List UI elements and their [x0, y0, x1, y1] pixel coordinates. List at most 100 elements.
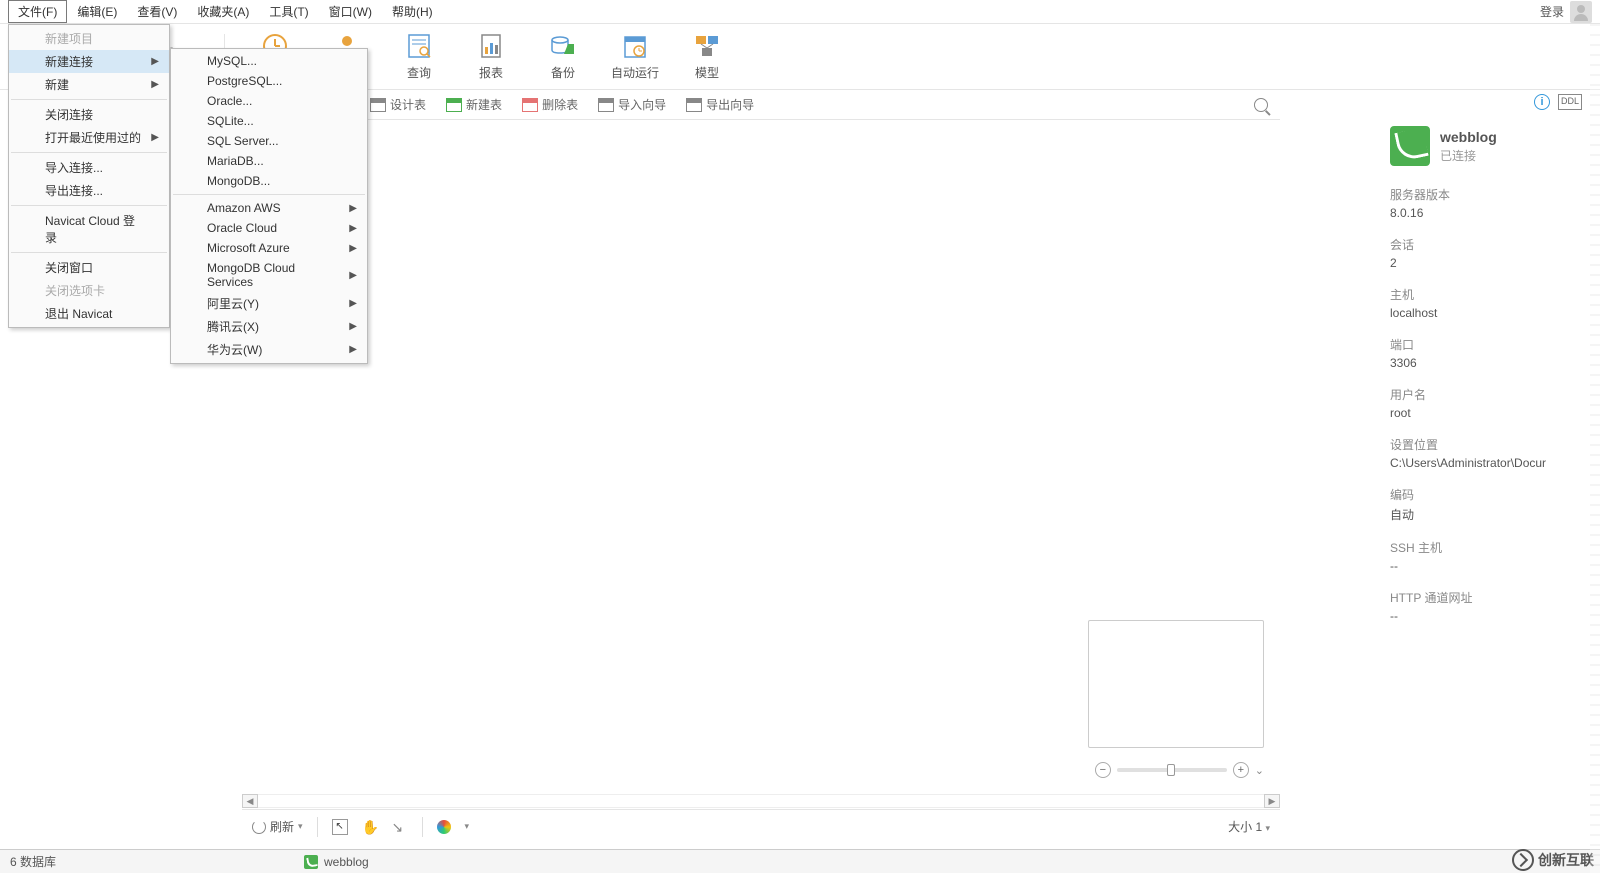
info-field: 会话 2: [1386, 228, 1584, 278]
subbar-import[interactable]: 导入向导: [590, 93, 674, 116]
mi-close-window[interactable]: 关闭窗口: [9, 256, 169, 279]
connection-status: 已连接: [1440, 147, 1497, 164]
zoom-out-button[interactable]: −: [1095, 762, 1111, 778]
info-field: HTTP 通道网址--: [1386, 581, 1584, 631]
mi-open-recent[interactable]: 打开最近使用过的▶: [9, 126, 169, 149]
brand-watermark: 创新互联: [1512, 849, 1594, 871]
zoom-expand-icon[interactable]: ⌄: [1255, 764, 1264, 777]
info-panel: i DDL webblog 已连接 服务器版本8.0.16 会话 2 主机localh…: [1386, 90, 1584, 788]
menu-edit[interactable]: 编辑(E): [67, 0, 127, 23]
tool-report[interactable]: 报表: [465, 32, 517, 81]
relation-tool[interactable]: ↘: [392, 819, 408, 835]
search-icon[interactable]: [1254, 98, 1268, 112]
menu-help[interactable]: 帮助(H): [382, 0, 443, 23]
status-bar: 6 数据库 webblog 创新互联: [0, 849, 1600, 873]
mi-exit[interactable]: 退出 Navicat: [9, 302, 169, 325]
mi-cloud-login[interactable]: Navicat Cloud 登录: [9, 209, 169, 249]
info-field-key: HTTP 通道网址: [1390, 589, 1580, 606]
connection-logo-icon: [1390, 126, 1430, 166]
hand-tool[interactable]: ✋: [362, 819, 378, 835]
pointer-tool[interactable]: ↖: [332, 819, 348, 835]
menu-fav[interactable]: 收藏夹(A): [187, 0, 259, 23]
query-icon: [407, 33, 431, 59]
tool-model[interactable]: 模型: [681, 32, 733, 81]
avatar-icon[interactable]: [1570, 1, 1592, 23]
mi-sqlserver[interactable]: SQL Server...: [171, 131, 367, 151]
refresh-button[interactable]: 刷新▾: [252, 818, 303, 835]
info-field-value: localhost: [1390, 306, 1580, 320]
mi-azure[interactable]: Microsoft Azure▶: [171, 238, 367, 258]
mi-postgres[interactable]: PostgreSQL...: [171, 71, 367, 91]
info-field: 设置位置C:\Users\Administrator\Docur: [1386, 428, 1584, 478]
info-field-value: 自动: [1390, 506, 1580, 523]
tool-query[interactable]: 查询: [393, 32, 445, 81]
tool-backup[interactable]: 备份: [537, 32, 589, 81]
mi-mariadb[interactable]: MariaDB...: [171, 151, 367, 171]
mi-tencent[interactable]: 腾讯云(X)▶: [171, 315, 367, 338]
mi-mongodb[interactable]: MongoDB...: [171, 171, 367, 191]
mi-new-project: 新建项目: [9, 27, 169, 50]
menu-window[interactable]: 窗口(W): [319, 0, 382, 23]
model-icon: [694, 34, 720, 58]
mi-aliyun[interactable]: 阿里云(Y)▶: [171, 292, 367, 315]
mi-aws[interactable]: Amazon AWS▶: [171, 198, 367, 218]
mi-new-connection[interactable]: 新建连接▶: [9, 50, 169, 73]
mi-close-tab: 关闭选项卡: [9, 279, 169, 302]
subbar-new[interactable]: 新建表: [438, 93, 510, 116]
import-icon: [598, 98, 614, 112]
zoom-slider[interactable]: [1117, 768, 1227, 772]
info-field: 主机localhost: [1386, 278, 1584, 328]
object-toolbar: 对象 打开表 设计表 新建表 删除表 导入向导 导出向导: [242, 90, 1280, 120]
calendar-icon: [623, 33, 647, 59]
menu-view[interactable]: 查看(V): [127, 0, 187, 23]
info-field: 编码自动: [1386, 478, 1584, 531]
info-field-key: 会话: [1390, 236, 1580, 253]
subbar-export[interactable]: 导出向导: [678, 93, 762, 116]
info-field-key: 端口: [1390, 336, 1580, 353]
subbar-delete[interactable]: 删除表: [514, 93, 586, 116]
menu-file[interactable]: 文件(F): [8, 0, 67, 23]
design-table-icon: [370, 98, 386, 112]
footer-toolbar: 刷新▾ ↖ ✋ ↘ ▾ 大小 1 ▾: [242, 809, 1280, 843]
scroll-right-icon[interactable]: ▶: [1264, 794, 1280, 808]
mi-new[interactable]: 新建▶: [9, 73, 169, 96]
brand-icon: [1512, 849, 1534, 871]
export-icon: [686, 98, 702, 112]
mi-mongosvc[interactable]: MongoDB Cloud Services▶: [171, 258, 367, 292]
mi-sqlite[interactable]: SQLite...: [171, 111, 367, 131]
tool-autorun[interactable]: 自动运行: [609, 32, 661, 81]
new-table-icon: [446, 98, 462, 112]
right-strip-decor: [1590, 24, 1600, 873]
info-icon[interactable]: i: [1534, 94, 1550, 110]
mi-huawei[interactable]: 华为云(W)▶: [171, 338, 367, 361]
minimap[interactable]: [1088, 620, 1264, 748]
info-field: 服务器版本8.0.16: [1386, 178, 1584, 228]
info-field: 端口3306: [1386, 328, 1584, 378]
login-link[interactable]: 登录: [1540, 3, 1564, 20]
mi-export-conn[interactable]: 导出连接...: [9, 179, 169, 202]
mi-oracle[interactable]: Oracle...: [171, 91, 367, 111]
status-connection: webblog: [304, 855, 369, 869]
scroll-left-icon[interactable]: ◀: [242, 794, 258, 808]
file-menu-dropdown: 新建项目 新建连接▶ 新建▶ 关闭连接 打开最近使用过的▶ 导入连接... 导出…: [8, 24, 170, 328]
report-icon: [480, 33, 502, 59]
horizontal-scrollbar[interactable]: ◀ ▶: [242, 793, 1280, 809]
ddl-icon[interactable]: DDL: [1558, 94, 1582, 110]
mi-oraclecloud[interactable]: Oracle Cloud▶: [171, 218, 367, 238]
menu-tools[interactable]: 工具(T): [259, 0, 318, 23]
mi-import-conn[interactable]: 导入连接...: [9, 156, 169, 179]
info-field-key: SSH 主机: [1390, 539, 1580, 556]
color-picker[interactable]: [437, 820, 451, 834]
info-field: 用户名root: [1386, 378, 1584, 428]
connection-name: webblog: [1440, 129, 1497, 145]
mi-close-conn[interactable]: 关闭连接: [9, 103, 169, 126]
info-field-value: 2: [1390, 256, 1580, 270]
zoom-in-button[interactable]: +: [1233, 762, 1249, 778]
backup-icon: [550, 34, 576, 58]
info-field-key: 编码: [1390, 486, 1580, 503]
status-db-count: 6 数据库: [10, 853, 56, 870]
mi-mysql[interactable]: MySQL...: [171, 51, 367, 71]
size-label: 大小 1 ▾: [1228, 818, 1270, 835]
new-connection-submenu: MySQL... PostgreSQL... Oracle... SQLite.…: [170, 48, 368, 364]
subbar-design[interactable]: 设计表: [362, 93, 434, 116]
